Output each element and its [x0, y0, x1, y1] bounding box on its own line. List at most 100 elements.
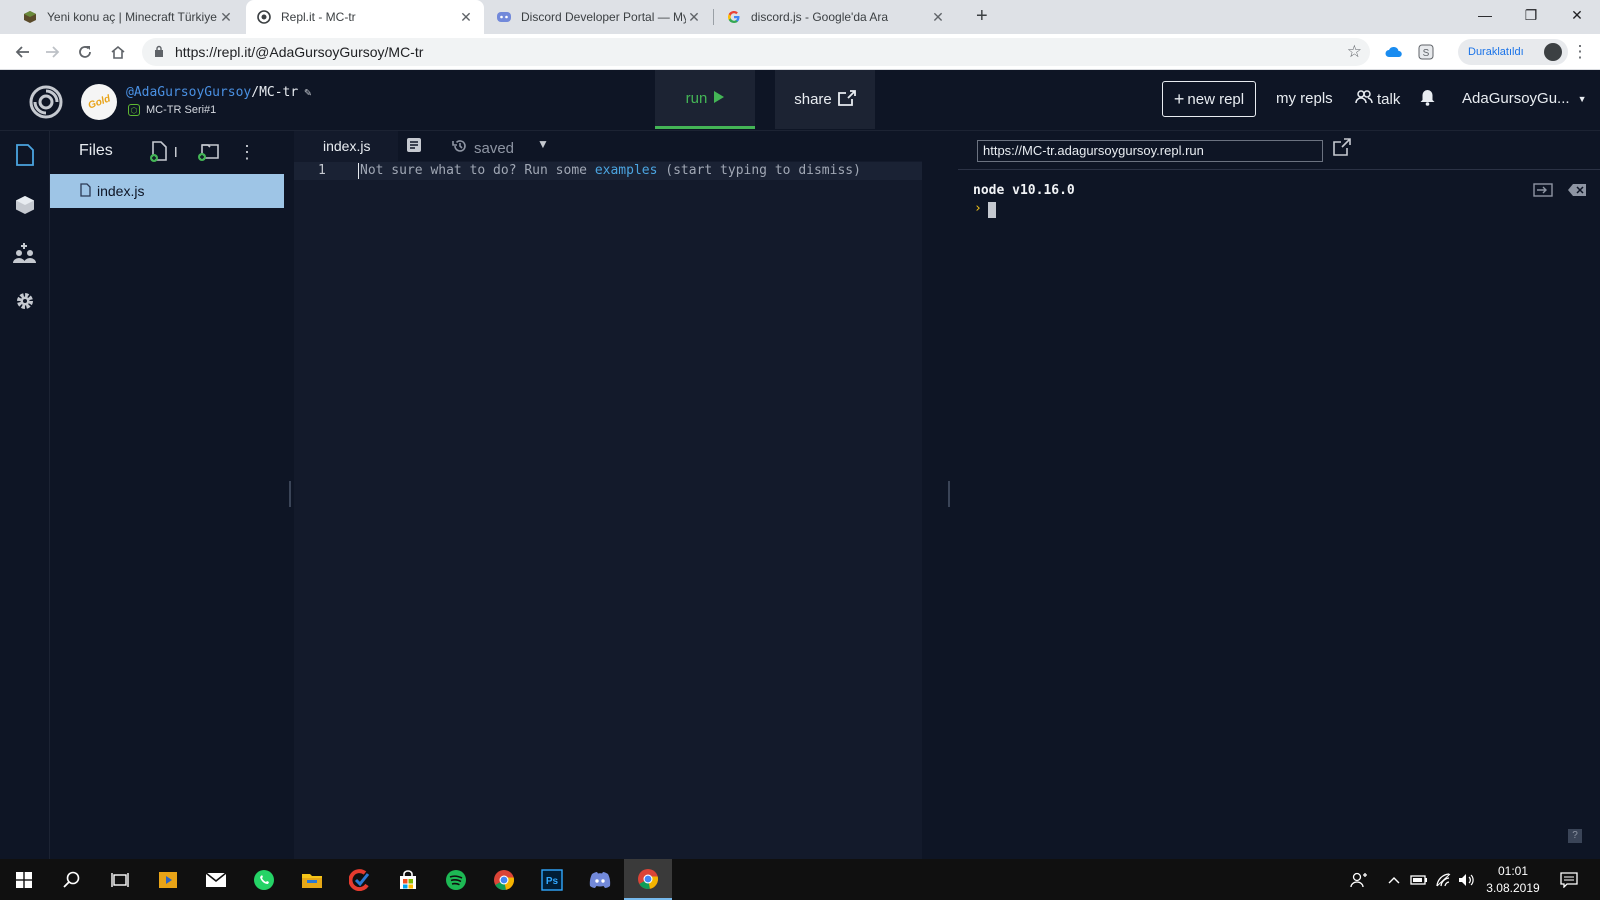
- browser-tab-minecraft[interactable]: Yeni konu aç | Minecraft Türkiye ✕: [12, 0, 244, 34]
- gear-icon[interactable]: [13, 289, 37, 313]
- panel-resize-handle[interactable]: [946, 131, 952, 859]
- format-icon[interactable]: [406, 137, 424, 155]
- repl-desc-text: MC-TR Seri#1: [146, 104, 217, 116]
- share-label: share: [794, 91, 832, 108]
- volume-icon[interactable]: [1458, 859, 1474, 900]
- empty-editor-hint: Not sure what to do? Run some examples (…: [360, 162, 861, 180]
- web-url-field[interactable]: https://MC-tr.adagursoygursoy.repl.run: [977, 140, 1323, 162]
- talk-link[interactable]: talk: [1355, 90, 1400, 108]
- repl-description: ⬡ MC-TR Seri#1: [128, 104, 216, 116]
- chrome-icon[interactable]: [480, 859, 528, 900]
- clock-time: 01:01: [1497, 864, 1529, 878]
- mail-icon[interactable]: [192, 859, 240, 900]
- my-repls-link[interactable]: my repls: [1276, 90, 1333, 107]
- repl-title: @AdaGursoyGursoy/MC-tr ✎: [126, 85, 311, 100]
- microsoft-store-icon[interactable]: [384, 859, 432, 900]
- svg-text:S: S: [1423, 48, 1430, 59]
- save-status: saved: [452, 138, 514, 158]
- file-explorer-icon[interactable]: [288, 859, 336, 900]
- help-button[interactable]: ?: [1568, 829, 1582, 843]
- chevron-up-icon[interactable]: [1388, 859, 1400, 900]
- account-menu[interactable]: AdaGursoyGu... ▼: [1462, 90, 1586, 107]
- window-close-icon[interactable]: ✕: [1554, 0, 1600, 30]
- editor-tab-label: index.js: [323, 138, 371, 154]
- home-icon[interactable]: [106, 40, 130, 64]
- discord-taskbar-icon[interactable]: [576, 859, 624, 900]
- windows-start-icon[interactable]: [0, 859, 48, 900]
- profile-paused-button[interactable]: Duraklatıldı: [1458, 39, 1568, 65]
- photoshop-icon[interactable]: Ps: [528, 859, 576, 900]
- spotify-icon[interactable]: [432, 859, 480, 900]
- add-folder-icon[interactable]: [195, 139, 221, 165]
- chevron-down-icon[interactable]: ▼: [537, 137, 549, 151]
- console-panel: https://MC-tr.adagursoygursoy.repl.run n…: [958, 131, 1600, 859]
- close-icon[interactable]: ✕: [930, 9, 946, 26]
- reload-icon[interactable]: [73, 40, 97, 64]
- search-icon[interactable]: [48, 859, 96, 900]
- add-file-icon[interactable]: [146, 139, 172, 165]
- package-icon[interactable]: [13, 193, 37, 217]
- close-icon[interactable]: ✕: [458, 9, 474, 26]
- s-extension-icon[interactable]: S: [1414, 40, 1438, 64]
- address-bar[interactable]: https://repl.it/@AdaGursoyGursoy/MC-tr ☆: [142, 38, 1370, 66]
- browser-tab-google[interactable]: discord.js - Google'da Ara ✕: [716, 0, 956, 34]
- avatar[interactable]: Gold: [81, 84, 117, 120]
- open-external-icon[interactable]: [1333, 138, 1351, 161]
- prompt-chevron-icon: ›: [974, 201, 982, 216]
- file-icon[interactable]: [13, 143, 37, 167]
- media-player-icon[interactable]: [144, 859, 192, 900]
- hint-text-pre: Not sure what to do? Run some: [360, 163, 595, 178]
- run-label: run: [685, 89, 708, 107]
- examples-link[interactable]: examples: [595, 163, 658, 178]
- back-arrow-icon[interactable]: [10, 40, 34, 64]
- browser-tab-replit[interactable]: Repl.it - MC-tr ✕: [246, 0, 484, 34]
- code-editor[interactable]: index.js saved ▼ 1 Not sure what to do? …: [294, 131, 934, 859]
- replit-header: Gold @AdaGursoyGursoy/MC-tr ✎ ⬡ MC-TR Ser…: [0, 70, 1600, 131]
- tab-title: Yeni konu aç | Minecraft Türkiye: [47, 10, 217, 24]
- split-console-icon[interactable]: [1532, 181, 1554, 199]
- battery-icon[interactable]: [1410, 859, 1428, 900]
- close-icon[interactable]: ✕: [218, 9, 234, 26]
- chrome-active-icon[interactable]: [624, 859, 672, 900]
- file-item-index-js[interactable]: index.js: [50, 174, 284, 208]
- editor-scrollbar[interactable]: [922, 161, 934, 859]
- repl-name[interactable]: MC-tr: [259, 85, 298, 100]
- panel-resize-handle[interactable]: [287, 131, 293, 859]
- file-name: index.js: [97, 183, 145, 199]
- forward-arrow-icon[interactable]: [41, 40, 65, 64]
- browser-tab-discord[interactable]: Discord Developer Portal — My Applicatio…: [486, 0, 712, 34]
- taskbar-clock[interactable]: 01:01 3.08.2019: [1486, 863, 1540, 897]
- notification-bell-icon[interactable]: [1420, 89, 1435, 106]
- cloud-extension-icon[interactable]: [1382, 40, 1406, 64]
- my-repls-label: my repls: [1276, 90, 1333, 107]
- multiplayer-icon[interactable]: [13, 241, 37, 265]
- console-output: node v10.16.0: [973, 183, 1075, 198]
- more-options-icon[interactable]: ⋮: [234, 139, 260, 165]
- kebab-menu-icon[interactable]: ⋮: [1568, 40, 1592, 64]
- files-heading: Files: [79, 142, 113, 159]
- close-icon[interactable]: ✕: [686, 9, 702, 26]
- profile-avatar: [1544, 43, 1562, 61]
- browser-tab-strip: Yeni konu aç | Minecraft Türkiye ✕ Repl.…: [0, 0, 1600, 34]
- editor-tab-index-js[interactable]: index.js: [294, 131, 398, 161]
- account-label: AdaGursoyGu...: [1462, 90, 1570, 107]
- whatsapp-icon[interactable]: [240, 859, 288, 900]
- restore-icon[interactable]: ❐: [1508, 0, 1554, 30]
- action-center-icon[interactable]: [1560, 859, 1578, 900]
- ccleaner-icon[interactable]: [336, 859, 384, 900]
- replit-logo-icon[interactable]: [29, 85, 63, 119]
- task-view-icon[interactable]: [96, 859, 144, 900]
- windows-taskbar: Ps 01:01 3.08.2019: [0, 859, 1600, 900]
- clear-console-icon[interactable]: [1566, 181, 1588, 199]
- new-tab-button[interactable]: +: [976, 5, 988, 28]
- minimize-icon[interactable]: —: [1462, 0, 1508, 30]
- people-tray-icon[interactable]: [1350, 859, 1368, 900]
- run-button[interactable]: run: [655, 70, 755, 129]
- new-repl-button[interactable]: + new repl: [1162, 81, 1256, 117]
- repl-owner-link[interactable]: @AdaGursoyGursoy: [126, 85, 251, 100]
- clock-date: 3.08.2019: [1486, 881, 1540, 895]
- bookmark-star-icon[interactable]: ☆: [1347, 42, 1362, 62]
- pencil-icon[interactable]: ✎: [304, 85, 311, 99]
- share-button[interactable]: share: [775, 70, 875, 129]
- wifi-icon[interactable]: [1436, 859, 1452, 900]
